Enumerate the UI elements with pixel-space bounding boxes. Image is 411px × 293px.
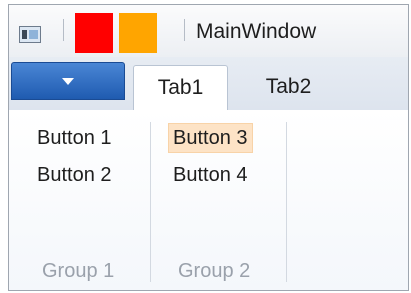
- window-title: MainWindow: [196, 20, 317, 43]
- button-4[interactable]: Button 4: [169, 161, 252, 189]
- quick-access-red-button[interactable]: [75, 13, 113, 53]
- button-1[interactable]: Button 1: [33, 124, 116, 152]
- quick-access-separator: [63, 19, 64, 41]
- group-separator: [286, 122, 287, 282]
- chevron-down-icon: [62, 78, 74, 85]
- ribbon-group-2: Button 3 Button 4 Group 2: [151, 110, 285, 290]
- window-icon[interactable]: [19, 26, 41, 43]
- quick-access-orange-button[interactable]: [119, 13, 157, 53]
- group-label: Group 2: [178, 260, 251, 282]
- ribbon-tab-strip: Tab1 Tab2: [9, 57, 408, 112]
- group-label: Group 1: [42, 260, 115, 282]
- tab-tab2[interactable]: Tab2: [241, 65, 336, 111]
- button-3[interactable]: Button 3: [168, 123, 253, 153]
- ribbon-group-1: Button 1 Button 2 Group 1: [9, 110, 149, 290]
- ribbon-content: Button 1 Button 2 Group 1 Button 3 Butto…: [9, 110, 408, 290]
- main-window: MainWindow Tab1 Tab2 Button 1 Button 2 G…: [8, 4, 409, 291]
- application-menu-button[interactable]: [11, 62, 125, 100]
- title-bar[interactable]: MainWindow: [9, 5, 408, 57]
- quick-access-separator: [184, 19, 185, 41]
- tab-tab1[interactable]: Tab1: [133, 65, 228, 112]
- button-2[interactable]: Button 2: [33, 161, 116, 189]
